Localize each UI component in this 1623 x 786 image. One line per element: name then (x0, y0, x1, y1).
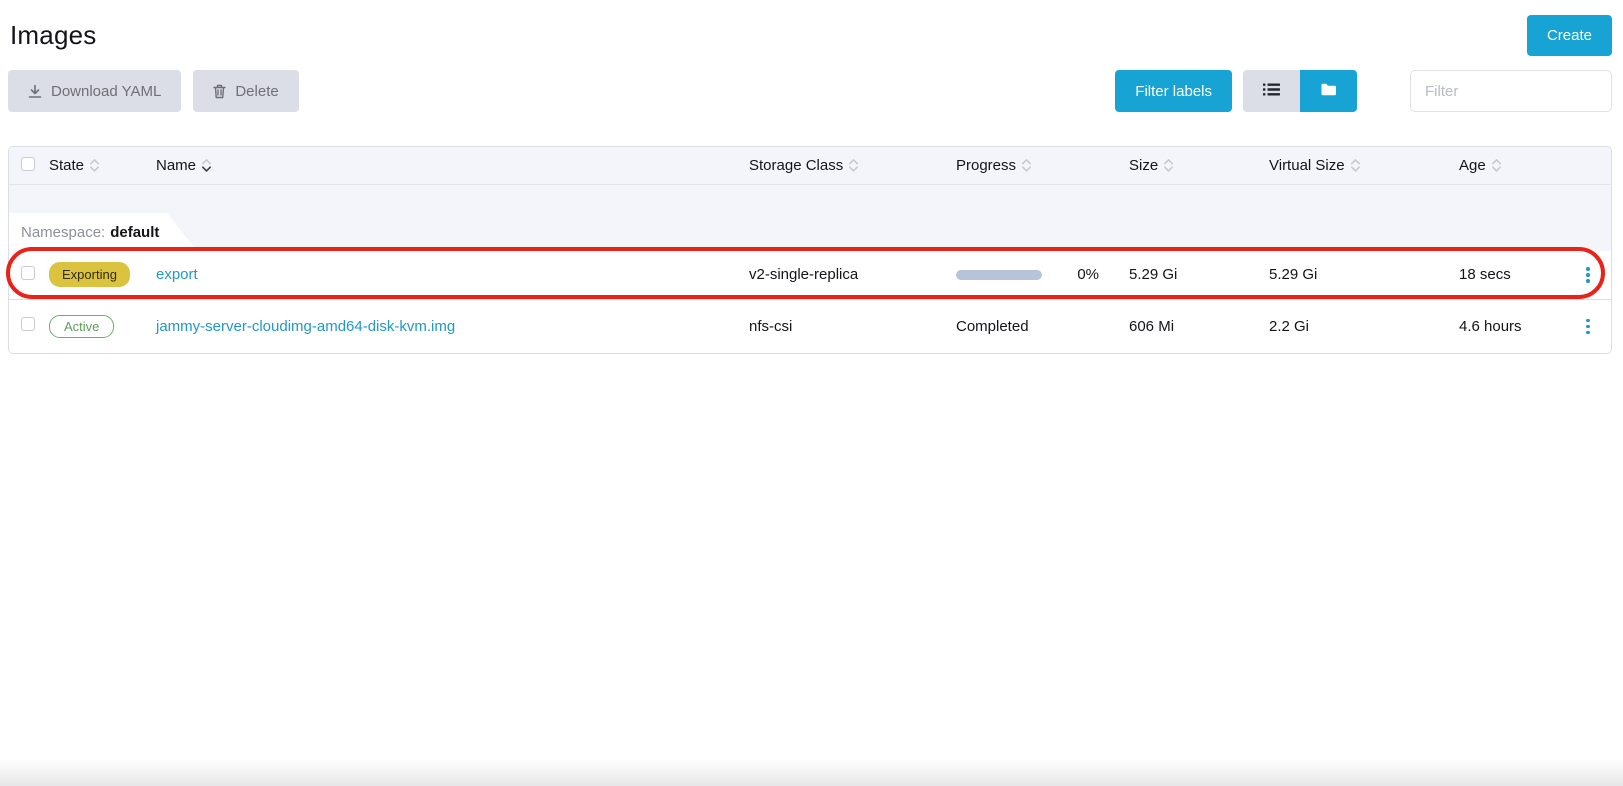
progress-text: Completed (956, 318, 1029, 335)
create-button[interactable]: Create (1527, 15, 1612, 56)
images-table: State Name Storage Class Progress (8, 146, 1612, 354)
filter-input[interactable] (1410, 70, 1612, 112)
filter-controls: Filter labels (1115, 70, 1612, 112)
row-checkbox[interactable] (21, 266, 35, 280)
page-title: Images (10, 20, 96, 51)
progress-cell: 0% (956, 266, 1129, 283)
column-header-storage-class[interactable]: Storage Class (749, 157, 859, 174)
table-header-row: State Name Storage Class Progress (9, 147, 1611, 184)
storage-class-value: v2-single-replica (749, 266, 858, 283)
trash-icon (213, 84, 226, 99)
delete-label: Delete (235, 83, 278, 100)
row-checkbox[interactable] (21, 317, 35, 331)
download-icon (28, 84, 42, 99)
age-value: 4.6 hours (1459, 318, 1522, 335)
virtual-size-value: 2.2 Gi (1269, 318, 1309, 335)
sort-icon (1163, 158, 1174, 173)
table-row: Exporting export v2-single-replica 0% 5.… (9, 251, 1611, 299)
page-bottom-fade (0, 758, 1623, 786)
progress-percent: 0% (1077, 266, 1099, 283)
row-actions-menu-button[interactable] (1580, 263, 1596, 287)
page-header: Images Create (0, 0, 1623, 70)
progress-bar (956, 270, 1042, 280)
sort-icon-active-desc (201, 158, 212, 173)
column-header-state[interactable]: State (49, 157, 100, 174)
select-all-checkbox[interactable] (21, 157, 35, 171)
images-page: Images Create Download YAML Delete Filte… (0, 0, 1623, 786)
list-view-button[interactable] (1243, 70, 1300, 112)
sort-icon (848, 158, 859, 173)
sort-icon (89, 158, 100, 173)
filter-labels-button[interactable]: Filter labels (1115, 70, 1232, 112)
storage-class-value: nfs-csi (749, 318, 792, 335)
image-name-link[interactable]: jammy-server-cloudimg-amd64-disk-kvm.img (156, 318, 455, 335)
sort-icon (1021, 158, 1032, 173)
download-yaml-button[interactable]: Download YAML (8, 70, 181, 112)
status-badge: Active (49, 315, 114, 338)
column-header-size[interactable]: Size (1129, 157, 1174, 174)
status-badge: Exporting (49, 262, 130, 287)
size-value: 5.29 Gi (1129, 266, 1177, 283)
virtual-size-value: 5.29 Gi (1269, 266, 1317, 283)
column-header-name[interactable]: Name (156, 157, 212, 174)
folder-icon (1321, 83, 1337, 99)
folder-view-button[interactable] (1300, 70, 1357, 112)
sort-icon (1491, 158, 1502, 173)
namespace-value: default (110, 224, 159, 241)
delete-button[interactable]: Delete (193, 70, 298, 112)
column-header-age[interactable]: Age (1459, 157, 1502, 174)
namespace-group-tab: Namespace: default (9, 213, 197, 251)
download-yaml-label: Download YAML (51, 83, 161, 100)
age-value: 18 secs (1459, 266, 1511, 283)
column-header-virtual-size[interactable]: Virtual Size (1269, 157, 1361, 174)
namespace-group-row: Namespace: default (9, 184, 1611, 251)
action-bar: Download YAML Delete Filter labels (0, 70, 1623, 126)
row-actions-menu-button[interactable] (1580, 315, 1596, 339)
image-name-link[interactable]: export (156, 266, 198, 283)
sort-icon (1350, 158, 1361, 173)
bulk-actions: Download YAML Delete (8, 70, 299, 112)
view-toggle (1243, 70, 1357, 112)
list-icon (1263, 83, 1280, 99)
namespace-label: Namespace: (21, 224, 105, 241)
table-row: Active jammy-server-cloudimg-amd64-disk-… (9, 299, 1611, 353)
size-value: 606 Mi (1129, 318, 1174, 335)
column-header-progress[interactable]: Progress (956, 157, 1032, 174)
